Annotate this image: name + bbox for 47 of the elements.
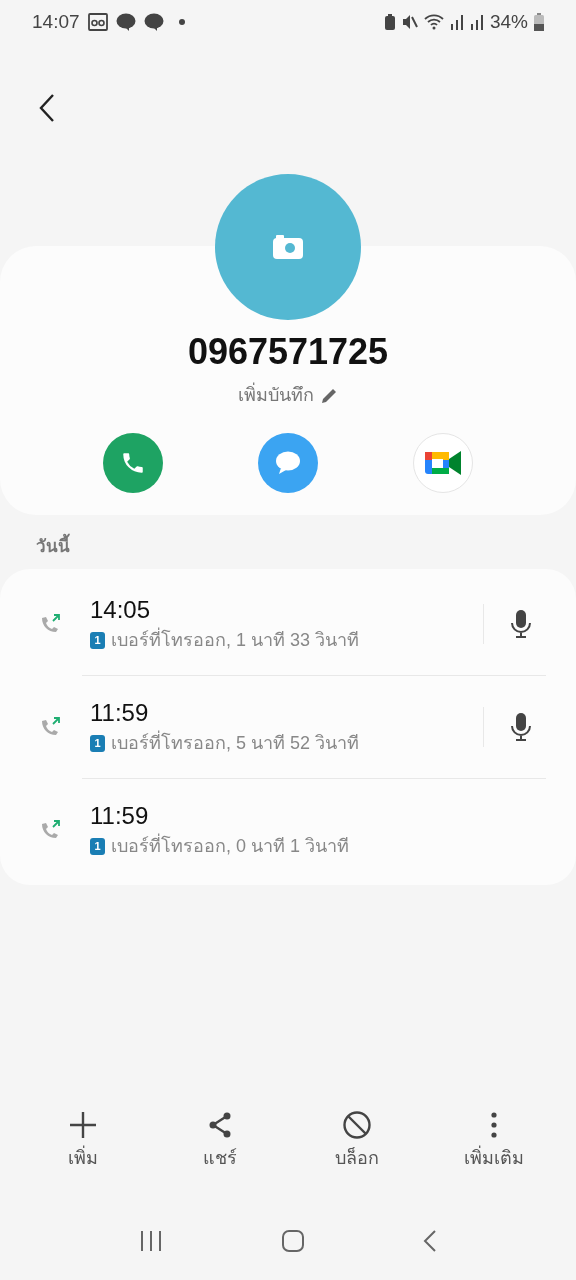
back-nav-icon[interactable]	[423, 1229, 437, 1253]
signal-icon	[449, 14, 464, 30]
bottom-action-button[interactable]: บล็อก	[306, 1109, 407, 1172]
mute-icon	[401, 14, 418, 30]
call-time: 11:59	[90, 697, 150, 728]
message-button[interactable]	[258, 433, 318, 493]
notification-dot-icon	[177, 18, 186, 26]
home-icon[interactable]	[281, 1229, 305, 1253]
more-icon	[489, 1111, 498, 1139]
call-detail: เบอร์ที่โทรออก, 0 นาที 1 วินาที	[111, 832, 350, 858]
chat-app-icon	[143, 13, 164, 31]
voicemail-icon	[87, 13, 108, 31]
camera-icon	[273, 235, 303, 259]
signal-icon	[469, 14, 484, 30]
back-icon	[39, 93, 55, 123]
bottom-action-button[interactable]: เพิ่มเติม	[443, 1109, 544, 1172]
chat-app-icon	[115, 13, 136, 31]
sim-badge: 1	[90, 734, 105, 752]
battery-percent: 34%	[489, 9, 528, 34]
pencil-icon	[320, 386, 338, 405]
bottom-action-button[interactable]: เพิ่ม	[32, 1109, 133, 1172]
chat-bubble-icon	[274, 450, 302, 476]
wifi-icon	[423, 14, 444, 30]
call-detail: เบอร์ที่โทรออก, 5 นาที 52 วินาที	[111, 729, 360, 755]
block-icon	[341, 1110, 372, 1140]
recent-apps-icon[interactable]	[139, 1230, 163, 1252]
microphone-icon	[510, 609, 532, 639]
call-time: 11:59	[90, 800, 150, 831]
sim-badge: 1	[90, 837, 105, 855]
call-time: 14:05	[90, 594, 152, 625]
add-note-button[interactable]: เพิ่มบันทึก	[238, 382, 338, 409]
recording-button[interactable]	[508, 607, 534, 641]
battery-icon	[534, 13, 544, 31]
call-log-item[interactable]: 14:05 1 เบอร์ที่โทรออก, 1 นาที 33 วินาที	[0, 573, 576, 675]
plus-icon	[67, 1110, 98, 1140]
phone-number: 0967571725	[187, 330, 389, 374]
battery-saver-icon	[383, 14, 396, 30]
microphone-icon	[510, 712, 532, 742]
video-camera-icon	[423, 448, 462, 478]
status-time: 14:07	[32, 9, 80, 34]
bottom-action-button[interactable]: แชร์	[169, 1109, 270, 1172]
sim-badge: 1	[90, 631, 105, 649]
call-detail: เบอร์ที่โทรออก, 1 นาที 33 วินาที	[111, 626, 360, 652]
recording-button[interactable]	[508, 710, 534, 744]
call-log-item[interactable]: 11:59 1 เบอร์ที่โทรออก, 0 นาที 1 วินาที	[0, 779, 576, 881]
call-log-item[interactable]: 11:59 1 เบอร์ที่โทรออก, 5 นาที 52 วินาที	[0, 676, 576, 778]
section-label: วันนี้	[36, 535, 576, 559]
